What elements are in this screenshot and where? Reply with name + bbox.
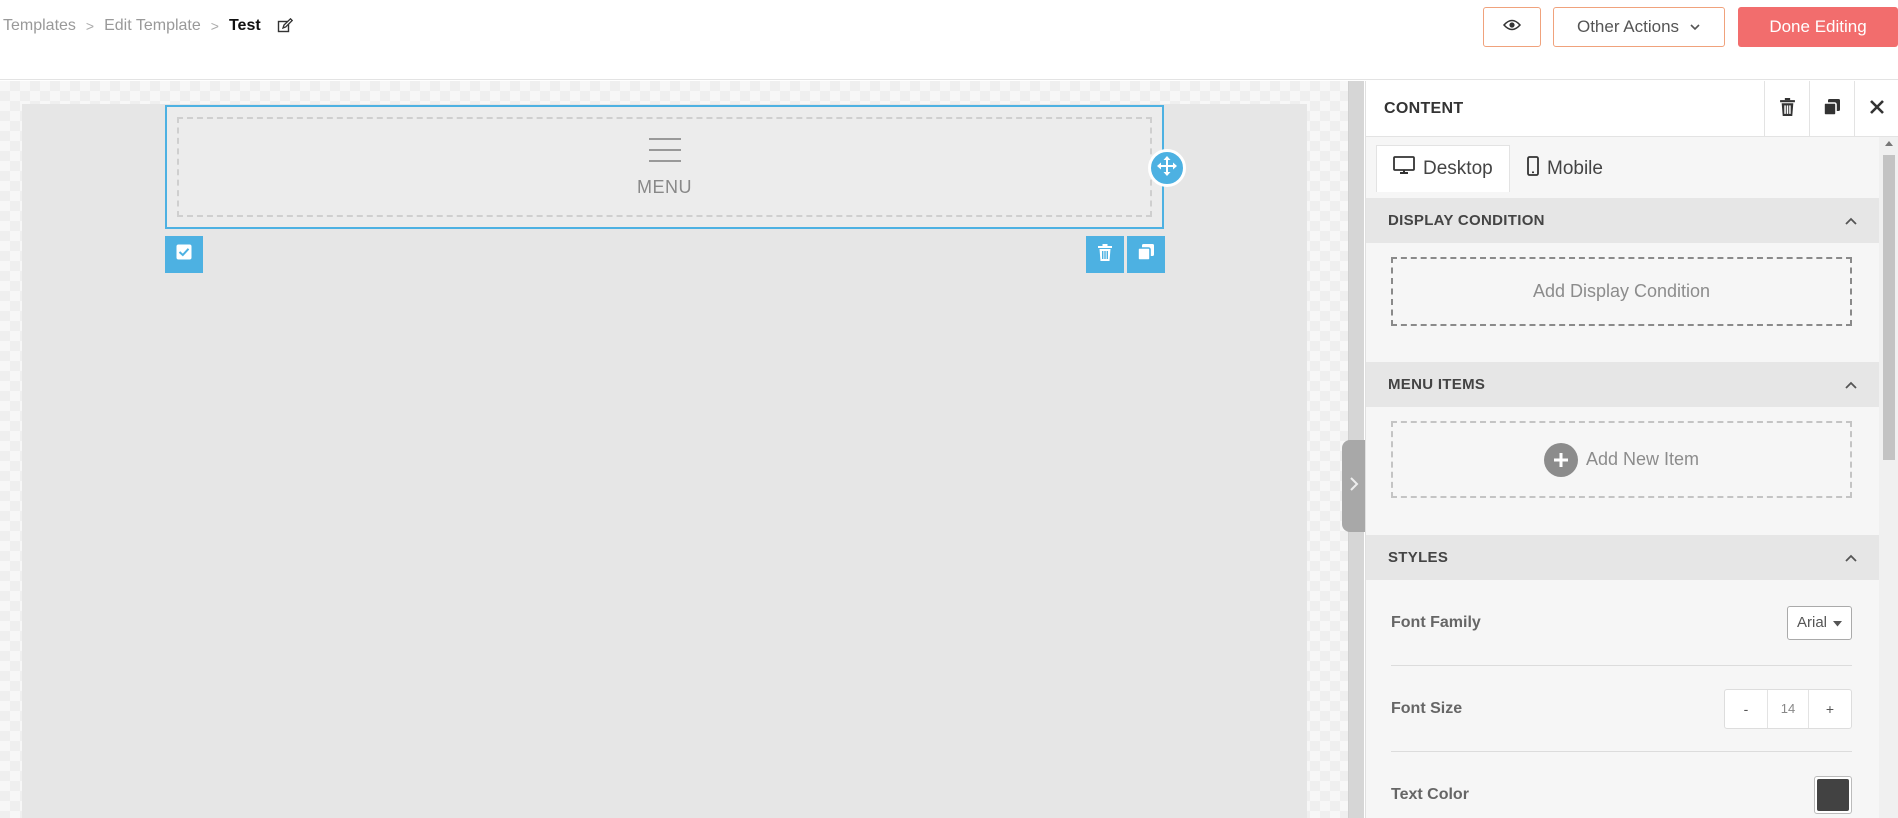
- tab-mobile-label: Mobile: [1547, 157, 1603, 179]
- eye-icon: [1502, 18, 1522, 36]
- section-styles-body: Font Family Arial Font Size - 14 + Text …: [1366, 580, 1879, 818]
- chevron-up-icon: [1845, 549, 1857, 567]
- text-color-row: Text Color: [1391, 752, 1852, 818]
- select-block-button[interactable]: [165, 236, 203, 273]
- font-family-label: Font Family: [1391, 613, 1481, 631]
- panel-close-button[interactable]: [1854, 81, 1898, 137]
- text-color-picker[interactable]: [1814, 776, 1852, 814]
- tab-desktop-label: Desktop: [1423, 158, 1493, 179]
- breadcrumb-edit-template[interactable]: Edit Template: [104, 17, 201, 35]
- move-arrows-icon: [1157, 155, 1177, 181]
- menu-label: MENU: [637, 177, 692, 197]
- chevron-right-icon: [1349, 476, 1359, 497]
- done-editing-button[interactable]: Done Editing: [1738, 7, 1898, 47]
- font-size-row: Font Size - 14 +: [1391, 666, 1852, 752]
- font-family-select[interactable]: Arial: [1786, 605, 1852, 640]
- preview-button[interactable]: [1483, 7, 1541, 47]
- text-color-swatch-fill: [1817, 779, 1849, 811]
- chevron-down-icon: [1689, 17, 1701, 37]
- other-actions-label: Other Actions: [1576, 17, 1680, 36]
- menu-placeholder[interactable]: MENU: [177, 117, 1152, 217]
- breadcrumb-separator: >: [85, 18, 95, 34]
- panel-delete-button[interactable]: [1764, 81, 1809, 137]
- tab-desktop[interactable]: Desktop: [1376, 145, 1510, 192]
- section-styles-header[interactable]: STYLES: [1366, 535, 1879, 580]
- breadcrumb-current: Test: [228, 17, 261, 34]
- section-title: MENU ITEMS: [1388, 376, 1486, 393]
- caret-down-icon: [1833, 614, 1842, 631]
- font-size-decrement-button[interactable]: -: [1725, 690, 1767, 728]
- panel-duplicate-button[interactable]: [1809, 81, 1854, 137]
- add-new-item-label: Add New Item: [1585, 449, 1700, 469]
- collapse-panel-handle[interactable]: [1342, 440, 1366, 532]
- mobile-icon: [1527, 155, 1539, 182]
- duplicate-block-button[interactable]: [1127, 236, 1165, 273]
- panel-title: CONTENT: [1384, 100, 1464, 117]
- trash-icon: [1779, 97, 1795, 121]
- chevron-up-icon: [1845, 376, 1857, 394]
- tab-mobile[interactable]: Mobile: [1511, 145, 1619, 192]
- edit-name-icon[interactable]: [277, 18, 293, 34]
- breadcrumb: Templates > Edit Template > Test: [3, 17, 293, 35]
- panel-scrollbar[interactable]: [1879, 137, 1898, 818]
- hamburger-icon: [648, 136, 682, 169]
- font-family-row: Font Family Arial: [1391, 580, 1852, 666]
- section-menu-items-body: Add New Item: [1366, 407, 1879, 529]
- font-size-value[interactable]: 14: [1767, 689, 1809, 728]
- copy-icon: [1137, 243, 1155, 266]
- device-tabs: Desktop Mobile: [1366, 137, 1879, 192]
- section-menu-items-header[interactable]: MENU ITEMS: [1366, 362, 1879, 407]
- text-color-label: Text Color: [1391, 786, 1469, 803]
- section-title: STYLES: [1388, 549, 1449, 566]
- add-display-condition-button[interactable]: Add Display Condition: [1391, 257, 1852, 326]
- move-handle[interactable]: [1148, 149, 1186, 187]
- scroll-up-arrow-icon[interactable]: [1885, 141, 1893, 146]
- other-actions-button[interactable]: Other Actions: [1553, 7, 1725, 47]
- font-size-increment-button[interactable]: +: [1809, 690, 1851, 728]
- checkbox-icon: [176, 244, 192, 265]
- panel-header: CONTENT: [1366, 81, 1898, 137]
- top-bar: Templates > Edit Template > Test Other A…: [0, 0, 1898, 80]
- copy-icon: [1823, 98, 1841, 121]
- properties-panel: CONTENT Desktop Mobile DISPLAY CONDITION…: [1365, 81, 1898, 818]
- chevron-up-icon: [1845, 212, 1857, 230]
- delete-block-button[interactable]: [1086, 236, 1124, 273]
- menu-block[interactable]: MENU: [165, 105, 1164, 229]
- section-display-condition-header[interactable]: DISPLAY CONDITION: [1366, 198, 1879, 243]
- section-title: DISPLAY CONDITION: [1388, 212, 1545, 229]
- panel-scrollbar-thumb[interactable]: [1883, 155, 1895, 460]
- font-family-value: Arial: [1796, 614, 1827, 631]
- trash-icon: [1098, 243, 1112, 266]
- breadcrumb-separator: >: [210, 18, 219, 34]
- add-new-item-button[interactable]: Add New Item: [1391, 421, 1852, 498]
- desktop-icon: [1393, 156, 1415, 182]
- font-size-label: Font Size: [1391, 699, 1463, 717]
- plus-circle-icon: [1543, 442, 1578, 477]
- breadcrumb-templates[interactable]: Templates: [3, 17, 76, 35]
- section-display-condition-body: Add Display Condition: [1366, 243, 1879, 358]
- font-size-stepper: - 14 +: [1724, 688, 1852, 729]
- close-icon: [1870, 99, 1884, 119]
